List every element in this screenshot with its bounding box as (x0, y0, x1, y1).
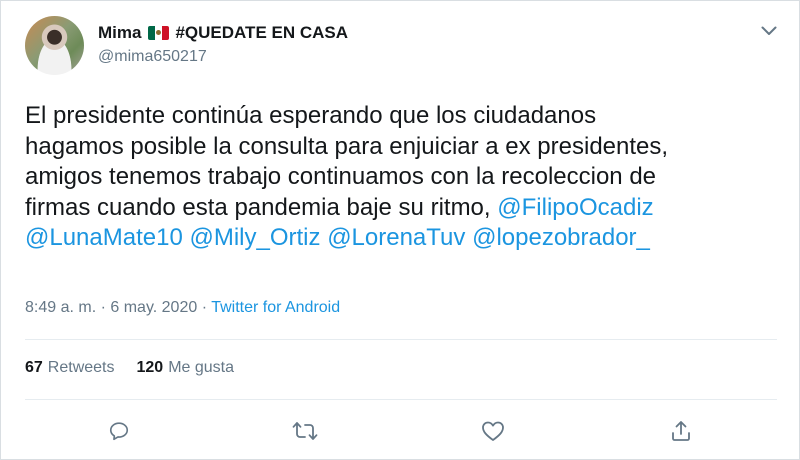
tweet-stats: 67 Retweets 120 Me gusta (25, 359, 234, 377)
mention-link[interactable]: @LunaMate10 (25, 224, 183, 251)
tweet-text: El presidente continúa esperando que los… (25, 101, 785, 254)
tweet-line: @LunaMate10 @Mily_Ortiz @LorenaTuv @lope… (25, 223, 785, 254)
mention-link[interactable]: @Mily_Ortiz (189, 224, 320, 251)
meta-separator: · (197, 299, 212, 316)
retweets-count: 67 (25, 359, 43, 376)
user-handle[interactable]: @mima650217 (98, 48, 207, 66)
tweet-date[interactable]: 6 may. 2020 (110, 299, 197, 316)
tweet-line: El presidente continúa esperando que los… (25, 102, 597, 129)
tweet-meta: 8:49 a. m. · 6 may. 2020 · Twitter for A… (25, 299, 340, 317)
action-bar (1, 411, 800, 451)
display-name-tag[interactable]: #QUEDATE EN CASA (175, 23, 348, 43)
avatar[interactable] (25, 16, 84, 75)
mention-link[interactable]: @FilipoOcadiz (497, 194, 653, 221)
meta-separator: · (96, 299, 111, 316)
tweet-line: amigos tenemos trabajo continuamos con l… (25, 163, 657, 190)
likes-stat[interactable]: 120 Me gusta (137, 359, 235, 377)
chevron-down-icon[interactable] (759, 23, 779, 39)
likes-count: 120 (136, 359, 164, 376)
tweet-source-link[interactable]: Twitter for Android (211, 299, 340, 316)
reply-icon[interactable] (105, 417, 133, 445)
tweet-time[interactable]: 8:49 a. m. (25, 299, 96, 316)
tweet-line: hagamos posible la consulta para enjuici… (25, 132, 669, 160)
user-name-row[interactable]: Mima #QUEDATE EN CASA (98, 22, 348, 44)
retweets-stat[interactable]: 67 Retweets (25, 359, 115, 377)
likes-label: Me gusta (168, 359, 235, 376)
tweet-line: firmas cuando esta pandemia baje su ritm… (25, 193, 785, 224)
mexico-flag-icon (148, 26, 170, 40)
like-icon[interactable] (479, 417, 507, 445)
divider (25, 399, 777, 400)
share-icon[interactable] (667, 417, 695, 445)
retweet-icon[interactable] (291, 417, 319, 445)
tweet-line-text: firmas cuando esta pandemia baje su ritm… (25, 193, 498, 221)
divider (25, 339, 777, 340)
mention-link[interactable]: @LorenaTuv (327, 224, 465, 251)
display-name[interactable]: Mima (98, 23, 141, 43)
mention-link[interactable]: @lopezobrador_ (472, 224, 650, 251)
retweets-label: Retweets (47, 359, 115, 376)
tweet-card: Mima #QUEDATE EN CASA @mima650217 El pre… (0, 0, 800, 460)
